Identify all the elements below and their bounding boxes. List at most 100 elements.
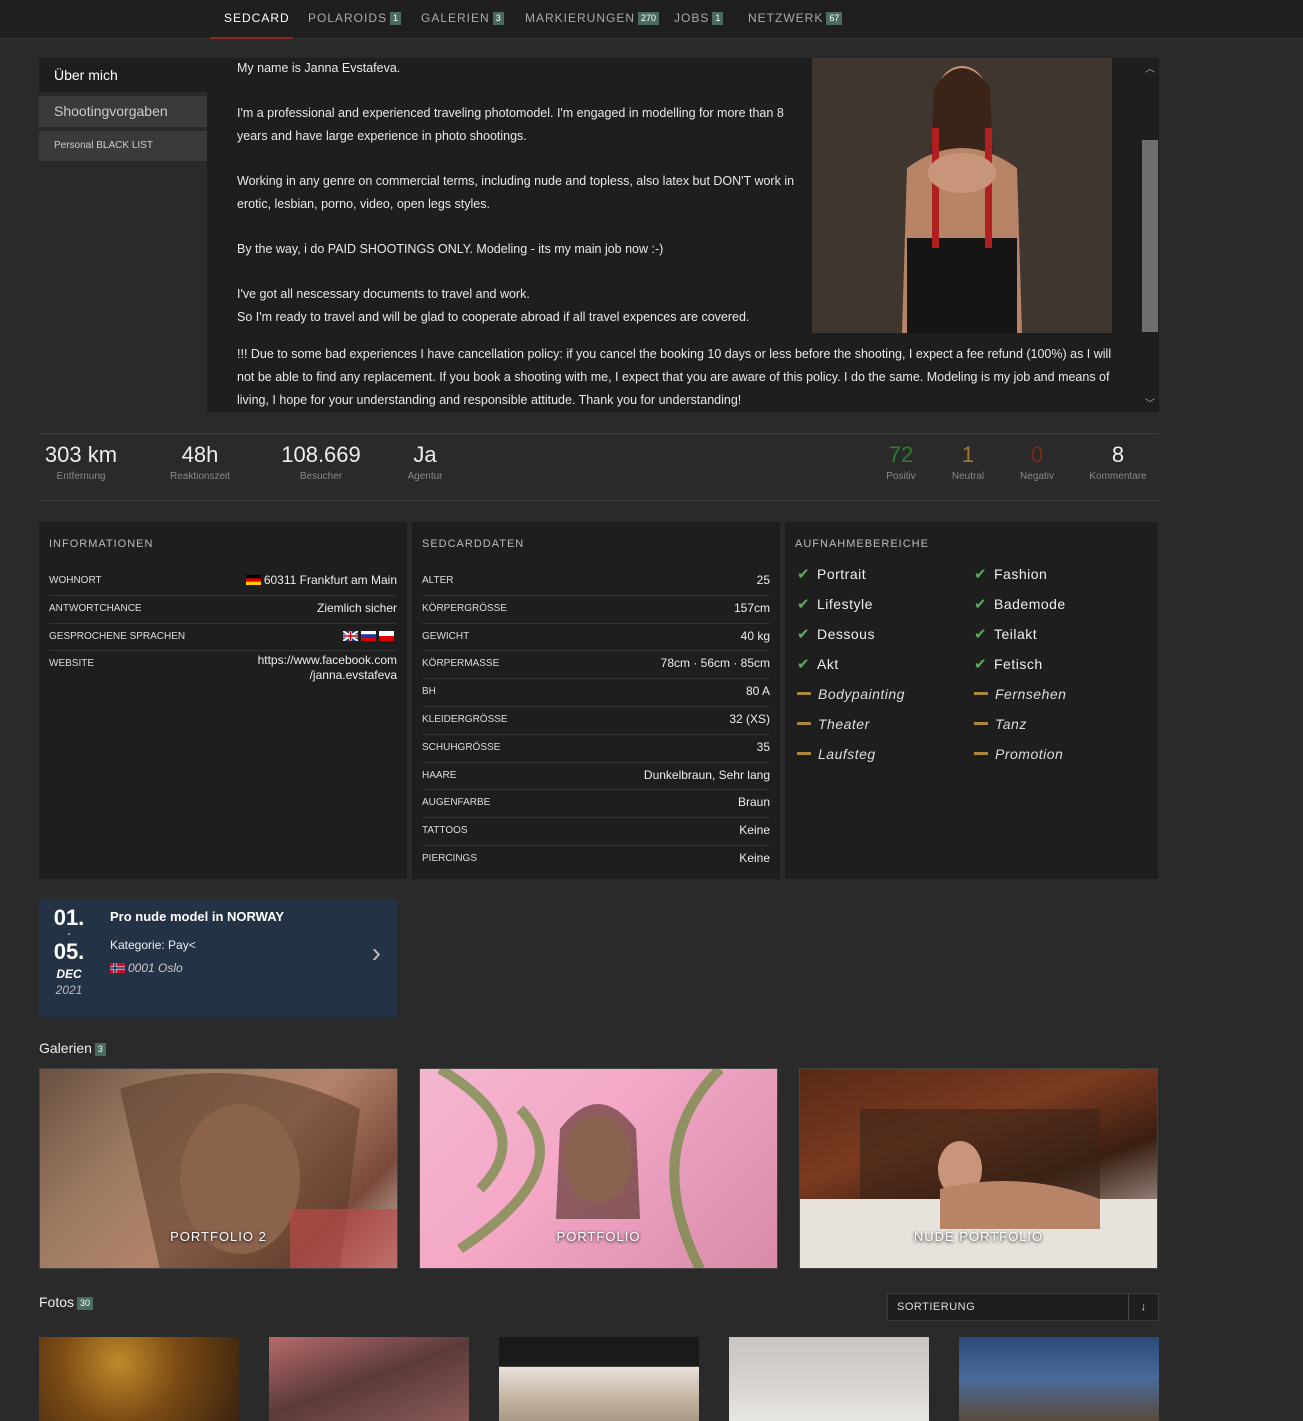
sedcard-value: 35 <box>756 739 770 754</box>
info-value: Ziemlich sicher <box>316 600 397 615</box>
tab-label: NETZWERK <box>748 11 824 25</box>
sort-dropdown[interactable]: SORTIERUNG ↓ <box>887 1293 1159 1321</box>
gallery-portfolio[interactable]: PORTFOLIO <box>419 1068 778 1269</box>
gallery-portfolio-2[interactable]: PORTFOLIO 2 <box>39 1068 398 1269</box>
stats-bar: 303 km Entfernung 48h Reaktionszeit 108.66… <box>39 433 1159 501</box>
stat-value: 8 <box>1111 442 1125 467</box>
sort-arrow-icon[interactable]: ↓ <box>1128 1294 1158 1320</box>
tab-label: MARKIERUNGEN <box>525 11 636 25</box>
job-title: Pro nude model in NORWAY <box>110 909 285 924</box>
website-link[interactable]: https://www.facebook.com/janna.evstafeva <box>258 653 397 683</box>
aufnahmebereich-label: Bodypainting <box>818 686 905 702</box>
sedcard-key: SCHUHGRÖSSE <box>422 741 501 753</box>
sedcard-value: 157cm <box>733 600 770 615</box>
aufnahmebereich-item: ✔ Fetisch <box>972 654 1149 674</box>
check-icon: ✔ <box>797 596 811 613</box>
aufnahmebereiche-panel: AUFNAHMEBEREICHE ✔ Portrait ✔ Fashion ✔ Lifes… <box>785 522 1158 879</box>
info-row-sprachen: GESPROCHENE SPRACHEN <box>49 624 397 652</box>
scroll-down-icon[interactable]: ﹀ <box>1145 395 1155 410</box>
profile-photo-illustration <box>812 58 1112 333</box>
sidebar-item-ueber-mich[interactable]: Über mich <box>39 58 207 92</box>
aufnahmebereich-item: ✔ Bademode <box>972 594 1149 614</box>
job-card[interactable]: 01. - 05. DEC 2021 Pro nude model in NOR… <box>39 899 397 1017</box>
stat-response-time: 48h Reaktionszeit <box>150 442 250 482</box>
about-paragraph: Working in any genre on commercial terms… <box>237 174 795 211</box>
check-icon: ✔ <box>974 656 988 673</box>
tab-galerien[interactable]: GALERIEN 3 <box>421 0 504 39</box>
aufnahmebereich-label: Akt <box>817 656 839 672</box>
aufnahmebereich-label: Promotion <box>995 746 1064 762</box>
scroll-thumb[interactable] <box>1142 140 1158 332</box>
photo-thumbnail[interactable] <box>729 1337 929 1421</box>
sedcard-row: KÖRPERMASSE 78cm · 56cm · 85cm <box>422 651 770 680</box>
photo-thumbnail[interactable] <box>499 1337 699 1421</box>
job-category: Kategorie: Pay< <box>110 938 196 952</box>
stat-distance: 303 km Entfernung <box>31 442 131 482</box>
tab-sedcard[interactable]: SEDCARD <box>210 0 293 39</box>
info-key: WOHNORT <box>49 575 102 586</box>
partial-dash-icon <box>797 692 811 695</box>
aufnahmebereich-label: Laufsteg <box>818 746 876 762</box>
sidebar-item-black-list[interactable]: Personal BLACK LIST <box>39 131 207 161</box>
sedcard-value: Keine <box>739 850 770 865</box>
job-day-start: 01. <box>53 905 85 930</box>
tab-jobs[interactable]: JOBS 1 <box>674 0 724 39</box>
location-text: 60311 Frankfurt am Main <box>263 573 397 587</box>
about-sidebar: Über mich Shootingvorgaben Personal BLAC… <box>39 58 207 161</box>
sedcard-key: GEWICHT <box>422 630 470 642</box>
info-key: ANTWORTCHANCE <box>49 602 142 614</box>
tab-label: JOBS <box>674 11 710 25</box>
info-row-wohnort: WOHNORT 60311 Frankfurt am Main <box>49 568 397 596</box>
sort-label: SORTIERUNG <box>897 1301 976 1313</box>
galleries-title: Galerien <box>39 1040 92 1056</box>
aufnahmebereich-item: ✔ Akt <box>795 654 972 674</box>
photo-thumbnail[interactable] <box>959 1337 1159 1421</box>
tab-count-badge: 67 <box>826 12 843 25</box>
sedcard-key: HAARE <box>422 769 457 781</box>
tab-markierungen[interactable]: MARKIERUNGEN 270 <box>525 0 660 39</box>
about-paragraph: By the way, i do PAID SHOOTINGS ONLY. Mo… <box>237 242 664 256</box>
sidebar-item-shootingvorgaben[interactable]: Shootingvorgaben <box>39 96 207 127</box>
job-month: DEC <box>56 967 82 981</box>
about-paragraph: My name is Janna Evstafeva. <box>237 61 401 75</box>
sedcard-key: KLEIDERGRÖSSE <box>422 713 508 725</box>
tab-netzwerk[interactable]: NETZWERK 67 <box>748 0 843 39</box>
aufnahmebereich-label: Fashion <box>994 566 1048 582</box>
check-icon: ✔ <box>797 566 811 583</box>
cancellation-policy-text: !!! Due to some bad experiences I have c… <box>237 347 1112 407</box>
sedcard-key: BH <box>422 686 436 698</box>
sedcard-value: 32 (XS) <box>729 711 770 726</box>
tab-label: POLAROIDS <box>308 11 388 25</box>
tab-polaroids[interactable]: POLAROIDS 1 <box>308 0 402 39</box>
stat-visitors: 108.669 Besucher <box>271 442 371 482</box>
scroll-up-icon[interactable]: ︿ <box>1145 60 1155 75</box>
sedcard-row: BH 80 A <box>422 679 770 707</box>
gallery-caption: NUDE PORTFOLIO <box>913 1229 1044 1244</box>
tab-count-badge: 270 <box>638 12 660 25</box>
check-icon: ✔ <box>797 626 811 643</box>
info-key: WEBSITE <box>49 658 95 670</box>
about-scrollbar[interactable]: ︿ ﹀ <box>1141 58 1159 412</box>
photo-thumbnail[interactable] <box>39 1337 239 1421</box>
photos-count-badge: 30 <box>77 1297 94 1310</box>
info-value <box>343 629 397 643</box>
stat-comments[interactable]: 8 Kommentare <box>1068 442 1168 482</box>
stat-label: Kommentare <box>1089 471 1147 482</box>
job-day-end: 05. <box>53 939 85 964</box>
job-year: 2021 <box>55 983 83 997</box>
panel-title: INFORMATIONEN <box>49 538 154 550</box>
russia-flag-icon <box>361 630 376 641</box>
sedcard-value: 80 A <box>745 684 770 699</box>
aufnahmebereich-label: Teilakt <box>994 626 1038 642</box>
about-paragraph: I'm a professional and experienced trave… <box>237 106 784 143</box>
chevron-right-icon[interactable]: › <box>372 937 381 969</box>
photo-thumbnail[interactable] <box>269 1337 469 1421</box>
job-location: 0001 Oslo <box>110 961 183 975</box>
about-paragraph: I've got all nescessary documents to tra… <box>237 287 530 301</box>
gallery-caption: PORTFOLIO 2 <box>170 1229 267 1244</box>
sedcard-row: KLEIDERGRÖSSE 32 (XS) <box>422 707 770 735</box>
sedcard-row: GEWICHT 40 kg <box>422 624 770 652</box>
galleries-count-badge: 3 <box>94 1043 106 1056</box>
gallery-nude-portfolio[interactable]: NUDE PORTFOLIO <box>799 1068 1158 1269</box>
photos-heading: Fotos 30 <box>39 1294 94 1310</box>
